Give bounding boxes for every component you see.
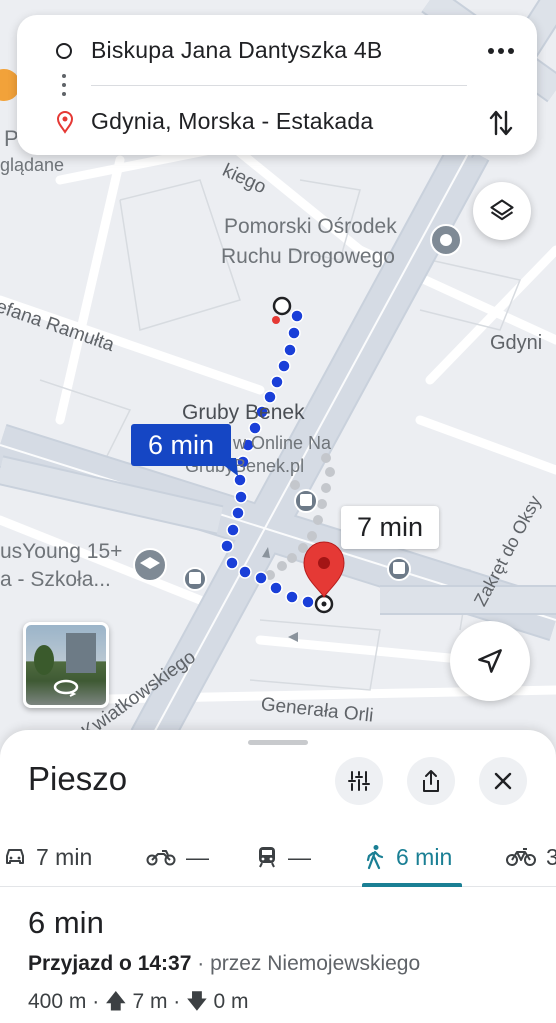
- route-stats: 400 m · 🡅 7 m · 🡇 0 m: [28, 990, 249, 1013]
- origin-circle-icon: [56, 43, 72, 59]
- share-button[interactable]: [407, 757, 455, 805]
- sheet-drag-handle[interactable]: [248, 740, 308, 745]
- map-view[interactable]: P glądane kiego Pomorski Ośrodek Ruchu D…: [0, 0, 556, 740]
- sheet-title: Pieszo: [28, 760, 128, 797]
- walking-person-icon: [366, 845, 384, 870]
- origin-input[interactable]: Biskupa Jana Dantyszka 4B: [91, 37, 382, 64]
- tab-walk[interactable]: 6 min: [364, 828, 452, 886]
- recenter-button[interactable]: [450, 621, 530, 701]
- street-view-building: [66, 633, 96, 673]
- navigation-arrow-icon: [478, 649, 502, 673]
- more-options-button[interactable]: [483, 35, 519, 67]
- tab-transit-label: —: [288, 843, 311, 870]
- tune-options-icon: [348, 771, 370, 791]
- origin-row[interactable]: Biskupa Jana Dantyszka 4B: [17, 31, 537, 71]
- route-via: · przez Niemojewskiego: [191, 952, 421, 975]
- street-view-tree: [34, 645, 54, 675]
- map-label-pomorski-2: Ruchu Drogowego: [221, 245, 395, 268]
- motorcycle-icon: [146, 850, 176, 866]
- destination-pin-icon: [56, 111, 74, 134]
- layers-button[interactable]: [473, 182, 531, 240]
- route-options-button[interactable]: [335, 757, 383, 805]
- bicycle-icon: [506, 848, 536, 866]
- tab-motorcycle-label: —: [186, 843, 209, 870]
- alt-time-text: 7 min: [356, 512, 424, 542]
- map-label-pomorski-1: Pomorski Ośrodek: [224, 215, 397, 238]
- street-view-thumbnail[interactable]: [23, 622, 109, 708]
- 360-rotate-icon: [53, 679, 79, 697]
- arrival-time: Przyjazd o 14:37: [28, 952, 192, 975]
- active-tab-indicator: [362, 883, 462, 887]
- swap-route-button[interactable]: [483, 103, 519, 143]
- card-divider: [91, 85, 467, 86]
- destination-input[interactable]: Gdynia, Morska - Estakada: [91, 108, 373, 135]
- close-icon: [494, 772, 512, 790]
- directions-sheet: Pieszo 7 min — — 6 min 3 6 min Przyjazd …: [0, 730, 556, 1023]
- share-icon: [423, 770, 439, 792]
- tab-motorcycle[interactable]: —: [146, 828, 209, 886]
- arrival-info: Przyjazd o 14:37 · przez Niemojewskiego: [28, 952, 420, 976]
- map-label-young-1: usYoung 15+: [0, 540, 123, 563]
- tab-walk-label: 6 min: [396, 843, 453, 870]
- walk-time-text: 6 min: [147, 429, 215, 460]
- close-button[interactable]: [479, 757, 527, 805]
- alt-time-label[interactable]: 7 min: [341, 506, 439, 549]
- map-label-young-2: a - Szkoła...: [0, 568, 111, 591]
- route-duration: 6 min: [28, 905, 104, 940]
- more-horizontal-icon: [488, 48, 514, 54]
- tab-bike-label: 3: [546, 843, 556, 870]
- tab-bike[interactable]: 3: [506, 828, 556, 886]
- map-label-gdynia: Gdyni: [490, 332, 543, 354]
- route-connector-dots: [62, 74, 66, 96]
- destination-row[interactable]: Gdynia, Morska - Estakada: [17, 102, 457, 142]
- route-card: Biskupa Jana Dantyszka 4B Gdynia, Morska…: [17, 15, 537, 155]
- tab-car[interactable]: 7 min: [4, 828, 92, 886]
- layers-icon: [490, 199, 514, 221]
- travel-mode-tabs: 7 min — — 6 min 3: [0, 828, 556, 887]
- car-icon: [6, 849, 24, 864]
- train-icon: [259, 847, 275, 868]
- swap-vertical-icon: [489, 110, 513, 136]
- walk-label-tail: [214, 458, 238, 476]
- tab-car-label: 7 min: [36, 843, 93, 870]
- tab-transit[interactable]: —: [256, 828, 311, 886]
